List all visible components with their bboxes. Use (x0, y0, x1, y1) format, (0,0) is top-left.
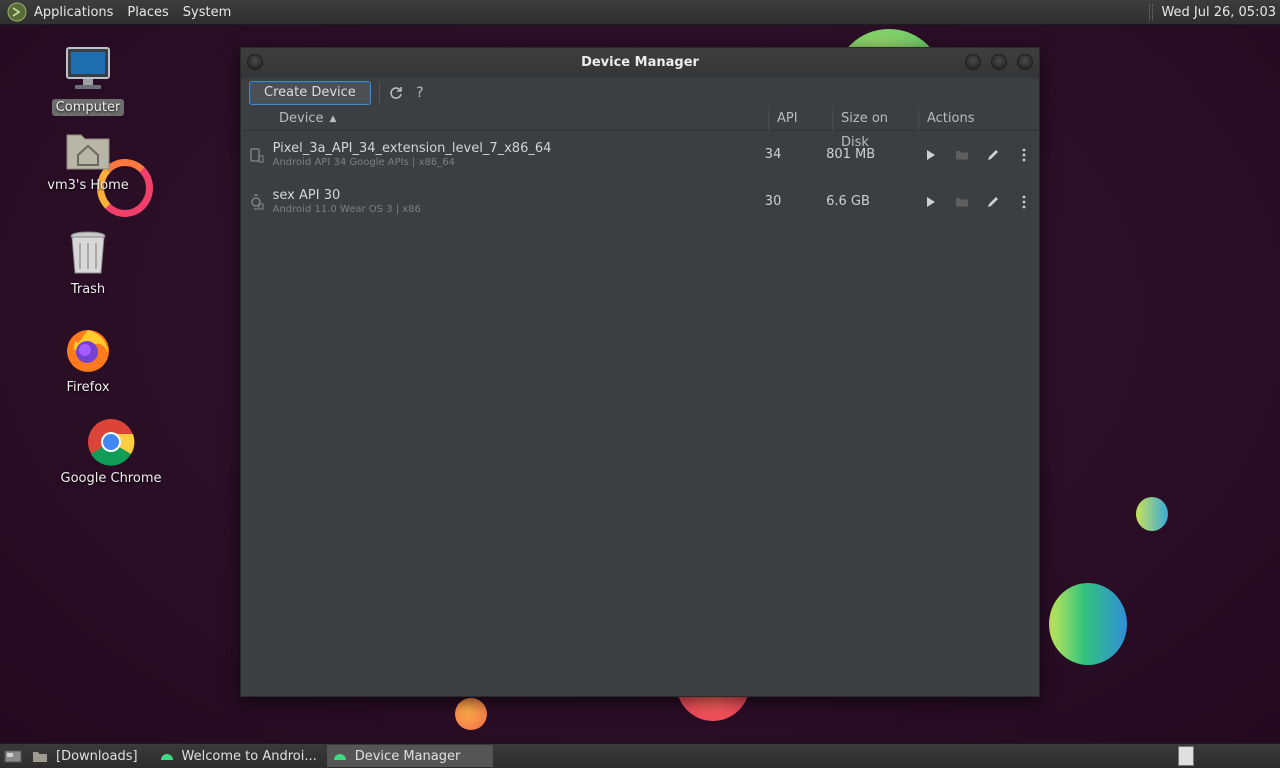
workspace-switcher[interactable] (1178, 746, 1194, 766)
device-api: 30 (764, 194, 782, 209)
taskbar-item-welcome-android[interactable]: Welcome to Androi... (154, 745, 323, 767)
desktop-icon-trash[interactable]: Trash (28, 229, 148, 298)
create-device-button[interactable]: Create Device (249, 80, 371, 105)
system-menu[interactable]: System (176, 0, 238, 25)
desktop-icon-chrome[interactable]: Google Chrome (51, 418, 171, 487)
column-header-size[interactable]: Size on Disk (833, 107, 919, 150)
device-name: Pixel_3a_API_34_extension_level_7_x86_64 (272, 140, 552, 156)
chrome-icon (88, 419, 135, 466)
watch-icon (241, 193, 273, 210)
device-size: 801 MB (826, 147, 876, 162)
column-header-label: API (777, 111, 798, 126)
applications-menu[interactable]: Applications (27, 0, 120, 25)
window-title: Device Manager (581, 55, 699, 70)
desktop-icon-label: Computer (51, 99, 125, 116)
taskbar-item-label: Device Manager (354, 748, 461, 764)
clock-area: Wed Jul 26, 05:03 (1149, 0, 1276, 25)
device-size: 6.6 GB (826, 194, 870, 209)
window-titlebar[interactable]: Device Manager (241, 48, 1039, 78)
device-info: Pixel_3a_API_34_extension_level_7_x86_64… (273, 141, 763, 169)
places-menu[interactable]: Places (120, 0, 175, 25)
desktop-icon-computer[interactable]: Computer (28, 45, 148, 116)
desktop-icon-label: Firefox (66, 380, 110, 395)
sort-ascending-icon: ▲ (329, 114, 337, 124)
wallpaper-bubble (455, 698, 487, 730)
help-button[interactable]: ? (412, 85, 428, 101)
taskbar-item-label: [Downloads] (56, 748, 138, 764)
table-row[interactable]: Pixel_3a_API_34_extension_level_7_x86_64… (241, 131, 1039, 178)
taskbar-item-label: Welcome to Androi... (181, 748, 317, 764)
android-icon (160, 751, 174, 761)
minimize-button[interactable] (965, 54, 981, 70)
show-on-disk-folder-icon[interactable] (946, 192, 977, 212)
panel-handle[interactable] (1149, 4, 1154, 21)
column-header-label: Actions (927, 111, 975, 126)
firefox-icon (67, 330, 109, 372)
table-row[interactable]: sex API 30 Android 11.0 Wear OS 3 | x86 … (241, 178, 1039, 225)
top-panel: Applications Places System Wed Jul 26, 0… (0, 0, 1280, 25)
device-subtitle: Android 11.0 Wear OS 3 | x86 (272, 203, 421, 215)
maximize-button[interactable] (991, 54, 1007, 70)
launch-play-icon[interactable] (915, 192, 946, 212)
column-header-api[interactable]: API (769, 107, 833, 131)
desktop-icon-label: vm3's Home (47, 178, 129, 193)
taskbar-item-downloads[interactable]: [Downloads] (26, 745, 144, 767)
table-header: Device ▲ API Size on Disk Actions (243, 107, 1039, 150)
desktop-icon-home[interactable]: vm3's Home (28, 129, 148, 194)
android-icon (333, 751, 347, 761)
distro-logo-icon[interactable] (7, 2, 27, 22)
refresh-icon[interactable] (388, 85, 404, 101)
desktop-icon-label: Trash (70, 282, 106, 297)
desktop-icon-firefox[interactable]: Firefox (28, 325, 148, 396)
phone-icon (241, 147, 273, 163)
device-actions (915, 192, 1039, 212)
trash-icon (70, 231, 106, 274)
folder-icon (32, 750, 48, 763)
column-header-label: Device (279, 111, 324, 126)
toolbar-separator (378, 81, 380, 104)
device-api: 34 (764, 147, 782, 162)
show-desktop-button[interactable] (0, 745, 26, 767)
device-manager-window: Device Manager Create Device ? Device ▲ A… (240, 47, 1040, 697)
show-desktop-icon (4, 750, 22, 763)
toolbar: Create Device ? (241, 78, 1039, 107)
taskbar: [Downloads] Welcome to Androi... Device … (0, 743, 1280, 768)
device-name: sex API 30 (272, 187, 341, 203)
more-options-icon[interactable] (1008, 192, 1039, 212)
taskbar-item-device-manager[interactable]: Device Manager (326, 745, 493, 767)
computer-icon (66, 47, 110, 89)
column-header-actions: Actions (919, 107, 1039, 131)
show-on-disk-folder-icon[interactable] (946, 145, 977, 165)
device-subtitle: Android API 34 Google APIs | x86_64 (272, 156, 455, 168)
close-button[interactable] (1017, 54, 1033, 70)
device-actions (915, 145, 1039, 165)
launch-play-icon[interactable] (915, 145, 946, 165)
wallpaper-bubble (1049, 583, 1127, 665)
more-options-icon[interactable] (1008, 145, 1039, 165)
column-header-device[interactable]: Device ▲ (243, 107, 769, 131)
device-info: sex API 30 Android 11.0 Wear OS 3 | x86 (273, 188, 763, 216)
desktop-icon-label: Google Chrome (60, 471, 162, 486)
window-menu-button[interactable] (247, 54, 263, 70)
edit-pencil-icon[interactable] (977, 192, 1008, 212)
wallpaper-bubble (1136, 497, 1168, 531)
home-folder-icon (66, 134, 110, 170)
edit-pencil-icon[interactable] (977, 145, 1008, 165)
clock[interactable]: Wed Jul 26, 05:03 (1161, 5, 1276, 20)
